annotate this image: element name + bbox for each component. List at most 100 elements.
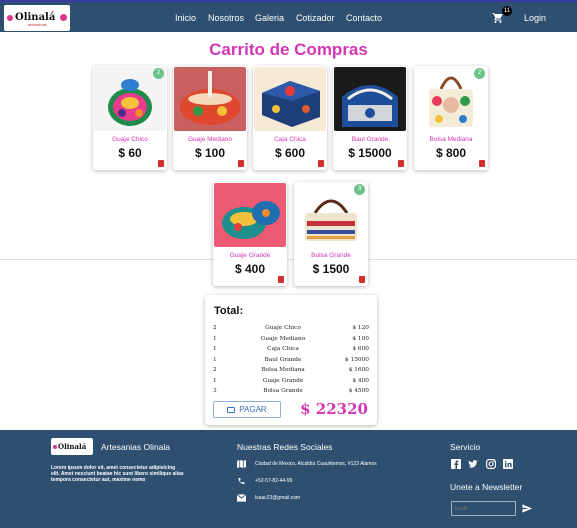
product-card: 3 Bolsa Grande $ 1500 xyxy=(294,182,368,286)
row-price: $ 15000 xyxy=(345,356,369,363)
product-price: $ 60 xyxy=(118,146,142,160)
row-qty: 1 xyxy=(213,356,217,363)
row-price: $ 400 xyxy=(352,377,369,384)
social-title: Nuestras Redes Sociales xyxy=(237,442,333,452)
footer-logo[interactable]: Olinalá xyxy=(51,438,93,455)
row-name: Caja Chica xyxy=(267,346,299,352)
row-price: $ 4500 xyxy=(348,388,369,394)
row-name: Guaje Mediano xyxy=(260,335,306,342)
product-name: Guaje Chico xyxy=(112,136,148,143)
row-qty: 2 xyxy=(213,325,217,331)
product-image-guaje-grande xyxy=(214,183,286,247)
footer-logo-text: Olinalá xyxy=(58,442,87,451)
summary-row: 2 Bolsa Mediana $ 1600 xyxy=(213,367,369,377)
product-card: Baul Grande $ 15000 xyxy=(333,66,407,170)
trash-icon[interactable] xyxy=(318,160,324,167)
row-name: Bolsa Grande xyxy=(263,388,303,394)
row-qty: 3 xyxy=(213,388,217,394)
product-card: Caja Chica $ 600 xyxy=(253,66,327,170)
product-price: $ 15000 xyxy=(348,146,392,160)
mail-icon xyxy=(237,494,246,502)
row-name: Baul Grande xyxy=(264,356,302,363)
pay-button[interactable]: PAGAR xyxy=(213,401,281,418)
trash-icon[interactable] xyxy=(158,160,164,167)
quantity-badge: 2 xyxy=(153,68,164,79)
newsletter-title: Unete a Newsletter xyxy=(450,482,523,492)
trash-icon[interactable] xyxy=(359,276,365,283)
logo-flower-icon xyxy=(60,14,67,21)
divider xyxy=(0,259,577,260)
newsletter-email-input[interactable] xyxy=(451,501,516,516)
login-link[interactable]: Login xyxy=(524,13,546,23)
product-name: Baul Grande xyxy=(351,136,389,143)
nav-nosotros[interactable]: Nosotros xyxy=(208,13,244,23)
grand-total: $ 22320 xyxy=(300,400,368,418)
product-name: Bolsa Mediana xyxy=(429,136,473,143)
trash-icon[interactable] xyxy=(238,160,244,167)
summary-row: 1 Guaje Grande $ 400 xyxy=(213,378,369,388)
nav-inicio[interactable]: Inicio xyxy=(175,13,196,23)
footer: Olinalá Artesanias Olinala Lorem ipsum d… xyxy=(0,430,577,528)
pay-button-label: PAGAR xyxy=(239,405,267,414)
product-name: Guaje Grande xyxy=(229,252,271,259)
instagram-icon[interactable] xyxy=(486,459,496,469)
map-icon xyxy=(237,460,246,468)
summary-row: 3 Bolsa Grande $ 4500 xyxy=(213,388,369,398)
cart-count-badge: 11 xyxy=(502,6,512,16)
trash-icon[interactable] xyxy=(278,276,284,283)
phone-text: +52-57-82-44-99 xyxy=(255,478,293,484)
trash-icon[interactable] xyxy=(479,160,485,167)
phone-row: +52-57-82-44-99 xyxy=(237,477,292,485)
row-name: Guaje Grande xyxy=(262,377,304,384)
linkedin-icon[interactable] xyxy=(503,459,513,469)
summary-row: 1 Guaje Mediano $ 100 xyxy=(213,336,369,346)
navbar: Olinalá artesanías Inicio Nosotros Galer… xyxy=(0,0,577,32)
product-name: Bolsa Grande xyxy=(311,252,351,259)
row-qty: 2 xyxy=(213,367,217,373)
service-title: Servicio xyxy=(450,442,481,452)
nav-cotizador[interactable]: Cotizador xyxy=(296,13,335,23)
product-price: $ 1500 xyxy=(312,262,350,276)
product-name: Caja Chica xyxy=(274,136,306,143)
row-price: $ 1600 xyxy=(348,367,369,373)
nav-contacto[interactable]: Contacto xyxy=(346,13,382,23)
facebook-icon[interactable] xyxy=(451,459,461,469)
email-text: lsaac23@gmail.com xyxy=(255,495,301,501)
row-name: Guaje Chico xyxy=(265,325,301,331)
quantity-badge: 2 xyxy=(474,68,485,79)
logo[interactable]: Olinalá artesanías xyxy=(4,5,70,31)
summary-row: 1 Caja Chica $ 600 xyxy=(213,346,369,356)
product-image-caja-chica xyxy=(254,67,326,131)
logo-flower-icon xyxy=(7,15,13,21)
summary-title: Total: xyxy=(214,305,244,317)
address-row: Ciudad de Mexico, Alcaldía Cuauhtemoc, #… xyxy=(237,460,377,468)
footer-description: Lorem ipsum dolor sit, amet consectetur … xyxy=(51,465,184,483)
row-qty: 1 xyxy=(213,346,217,352)
footer-brand: Artesanias Olinala xyxy=(101,442,170,452)
product-price: $ 100 xyxy=(194,146,226,160)
product-card: 2 Bolsa Mediana $ 800 xyxy=(414,66,488,170)
twitter-icon[interactable] xyxy=(468,459,478,469)
product-name: Guaje Mediano xyxy=(187,136,233,143)
product-image-guaje-mediano xyxy=(174,67,246,131)
logo-subtitle: artesanías xyxy=(28,22,47,27)
summary-row: 2 Guaje Chico $ 120 xyxy=(213,325,369,335)
row-qty: 1 xyxy=(213,377,217,384)
trash-icon[interactable] xyxy=(398,160,404,167)
phone-icon xyxy=(238,478,245,484)
row-price: $ 120 xyxy=(352,325,369,331)
quantity-badge: 3 xyxy=(354,184,365,195)
row-price: $ 100 xyxy=(352,335,369,342)
send-icon[interactable] xyxy=(521,503,533,514)
row-price: $ 600 xyxy=(352,346,369,352)
row-name: Bolsa Mediana xyxy=(261,367,305,373)
email-row: lsaac23@gmail.com xyxy=(237,494,300,502)
nav-galeria[interactable]: Galeria xyxy=(255,13,284,23)
product-price: $ 600 xyxy=(274,146,306,160)
product-price: $ 400 xyxy=(234,262,266,276)
product-card: Guaje Mediano $ 100 xyxy=(173,66,247,170)
product-image-baul-grande xyxy=(334,67,406,131)
summary-row: 1 Baul Grande $ 15000 xyxy=(213,357,369,367)
page-title: Carrito de Compras xyxy=(209,40,368,59)
credit-card-icon xyxy=(227,406,236,413)
